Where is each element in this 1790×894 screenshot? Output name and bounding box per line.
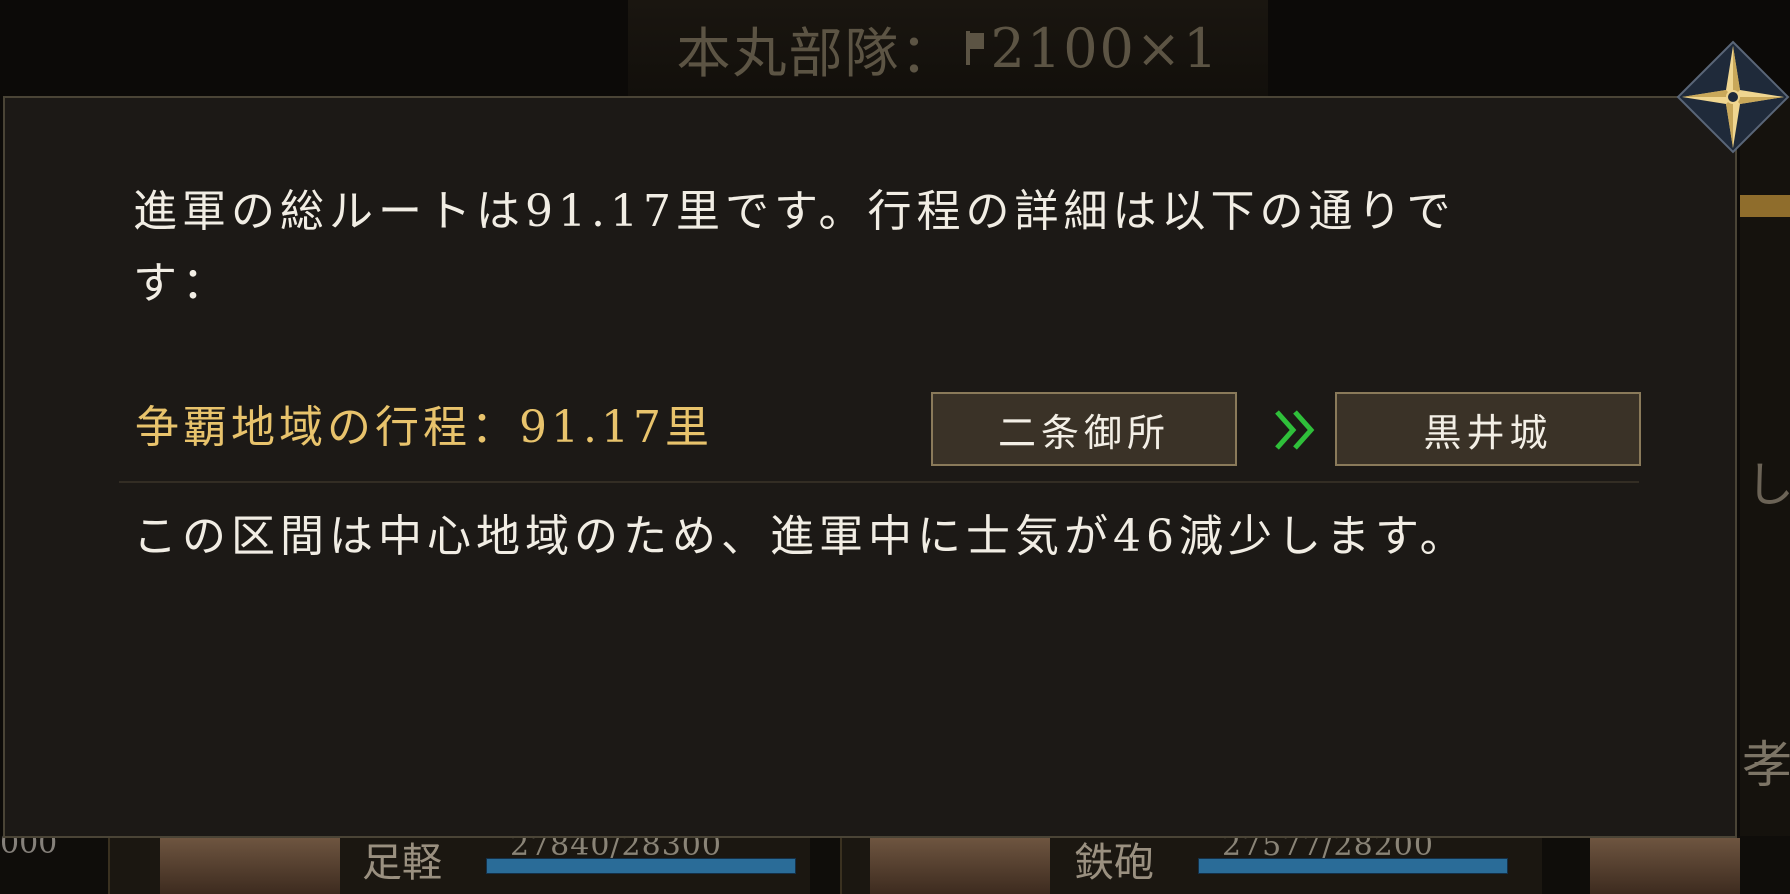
- general-portrait-3: [1590, 838, 1740, 894]
- double-chevron-right-icon: [1275, 410, 1315, 450]
- squad-count: 2100×1: [990, 16, 1220, 80]
- shuriken-close-icon[interactable]: [1674, 38, 1790, 156]
- route-origin[interactable]: 二条御所: [931, 392, 1237, 466]
- side-gold-bar: [1740, 195, 1790, 217]
- segment-description: この区間は中心地域のため、進軍中に士気が46減少します。: [133, 511, 1469, 562]
- squad-title: 本丸部隊： 2100×1: [628, 8, 1268, 88]
- troop-bar-2: [1198, 858, 1508, 874]
- squad-title-label: 本丸部隊：: [676, 21, 957, 85]
- side-text: し、: [1746, 457, 1790, 513]
- troop-bar-1: [486, 858, 796, 874]
- game-screen: 本丸部隊： 2100×1 し、 孝 000 足軽 27840/28300 鉄砲 …: [0, 0, 1790, 894]
- general-portrait-1: [160, 838, 340, 894]
- route-summary-text: 進軍の総ルートは91.17里です。行程の詳細は以下の通りです：: [133, 186, 1456, 309]
- banner-icon: [966, 31, 985, 65]
- route-segment-label: 争覇地域の行程：91.17里: [135, 402, 713, 453]
- unit-type-2: 鉄砲: [1074, 840, 1154, 886]
- divider: [119, 481, 1639, 483]
- route-info-dialog: 進軍の総ルートは91.17里です。行程の詳細は以下の通りです： 争覇地域の行程：…: [3, 96, 1737, 838]
- squad-header: 本丸部隊： 2100×1: [628, 0, 1268, 96]
- route-segment-row: 争覇地域の行程：91.17里 二条御所 黒井城: [5, 388, 1735, 468]
- route-destination[interactable]: 黒井城: [1335, 392, 1641, 466]
- unit-type-1: 足軽: [362, 840, 442, 886]
- side-name: 孝: [1742, 736, 1790, 794]
- general-portrait-2: [870, 838, 1050, 894]
